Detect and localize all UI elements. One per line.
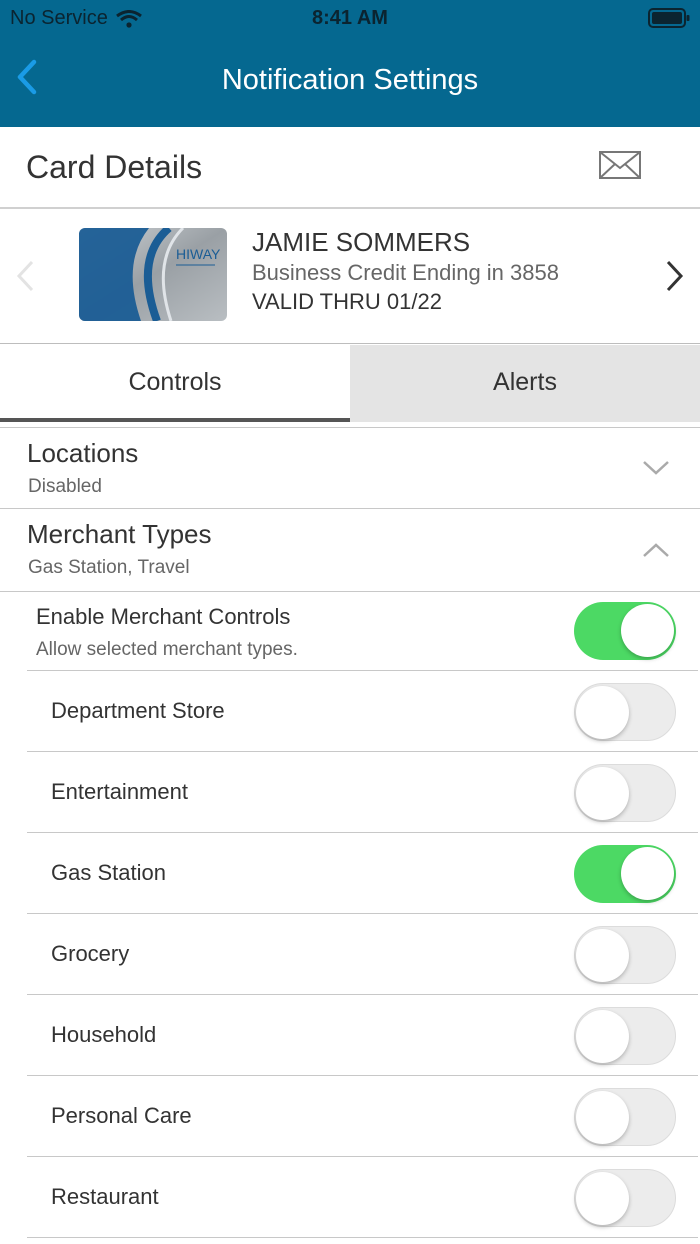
gas-station-toggle[interactable]	[574, 845, 676, 903]
merchant-label: Gas Station	[51, 860, 166, 885]
toggle-knob	[576, 1091, 629, 1144]
card-description: Business Credit Ending in 3858	[252, 260, 559, 285]
envelope-icon[interactable]	[598, 149, 642, 181]
card-details-header: Card Details	[0, 127, 700, 209]
card-text: JAMIE SOMMERS Business Credit Ending in …	[252, 227, 559, 316]
merchant-label: Restaurant	[51, 1184, 159, 1209]
toggle-knob	[621, 604, 674, 657]
enable-merchant-title: Enable Merchant Controls	[36, 604, 291, 629]
locations-title: Locations	[27, 438, 139, 468]
locations-status: Disabled	[28, 476, 102, 497]
personal-care-toggle[interactable]	[574, 1088, 676, 1146]
page-title: Notification Settings	[221, 64, 479, 96]
status-bar: No Service 8:41 AM	[0, 0, 700, 36]
chevron-down-icon[interactable]	[642, 459, 670, 477]
chevron-up-icon[interactable]	[642, 541, 670, 559]
list-divider	[27, 1237, 698, 1238]
enable-merchant-subtitle: Allow selected merchant types.	[36, 639, 298, 660]
toggle-knob	[576, 1172, 629, 1225]
locations-section[interactable]: Locations Disabled	[0, 427, 700, 509]
enable-merchant-toggle[interactable]	[574, 602, 676, 660]
merchant-row-restaurant: Restaurant	[27, 1156, 698, 1237]
toggle-knob	[621, 847, 674, 900]
household-toggle[interactable]	[574, 1007, 676, 1065]
merchant-row-gas-station: Gas Station	[27, 832, 698, 913]
battery-icon	[648, 8, 690, 28]
merchant-label: Entertainment	[51, 779, 188, 804]
merchant-row-department-store: Department Store	[27, 670, 698, 751]
merchant-label: Personal Care	[51, 1103, 192, 1128]
restaurant-toggle[interactable]	[574, 1169, 676, 1227]
toggle-knob	[576, 767, 629, 820]
toggle-knob	[576, 686, 629, 739]
card-logo: HIWAY	[176, 246, 221, 262]
card-image: HIWAY	[79, 228, 227, 321]
merchant-row-personal-care: Personal Care	[27, 1075, 698, 1156]
merchant-row-grocery: Grocery	[27, 913, 698, 994]
merchant-types-summary: Gas Station, Travel	[28, 557, 190, 578]
enable-merchant-controls: Enable Merchant Controls Allow selected …	[0, 591, 700, 671]
status-time: 8:41 AM	[312, 7, 388, 29]
merchant-label: Household	[51, 1022, 157, 1047]
card-carousel: HIWAY JAMIE SOMMERS Business Credit Endi…	[0, 209, 700, 344]
merchant-types-section[interactable]: Merchant Types Gas Station, Travel	[0, 508, 700, 591]
merchant-row-household: Household	[27, 994, 698, 1075]
merchant-label: Grocery	[51, 941, 130, 966]
department-store-toggle[interactable]	[574, 683, 676, 741]
header-bar: No Service 8:41 AM Notification Settings	[0, 0, 700, 127]
entertainment-toggle[interactable]	[574, 764, 676, 822]
card-holder-name: JAMIE SOMMERS	[252, 227, 471, 257]
toggle-knob	[576, 1010, 629, 1063]
card-details-title: Card Details	[26, 149, 203, 185]
tab-alerts[interactable]: Alerts	[350, 345, 700, 422]
card-valid-thru: VALID THRU 01/22	[252, 289, 442, 314]
chevron-right-icon[interactable]	[662, 259, 686, 293]
merchant-row-entertainment: Entertainment	[27, 751, 698, 832]
grocery-toggle[interactable]	[574, 926, 676, 984]
toggle-knob	[576, 929, 629, 982]
merchant-types-title: Merchant Types	[27, 519, 212, 549]
tab-bar: Controls Alerts	[0, 345, 700, 422]
chevron-left-icon[interactable]	[14, 259, 38, 293]
merchant-label: Department Store	[51, 698, 225, 723]
tab-controls[interactable]: Controls	[0, 345, 350, 422]
